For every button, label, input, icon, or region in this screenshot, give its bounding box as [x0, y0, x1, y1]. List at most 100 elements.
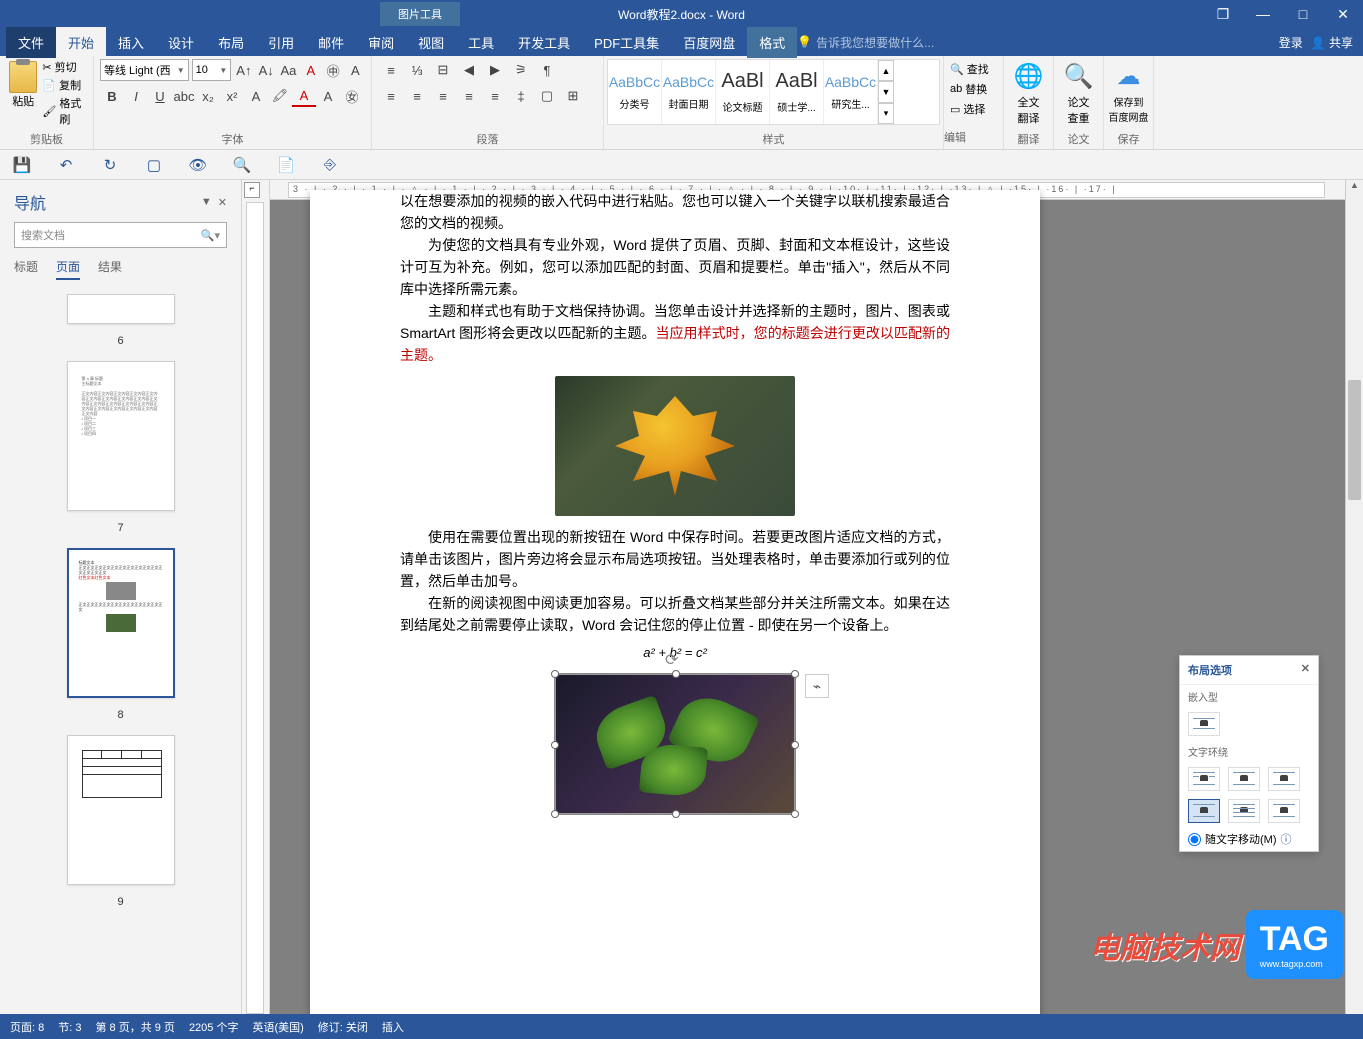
redo-button[interactable]: ↻ [100, 155, 120, 175]
window-restore-icon[interactable]: ❐ [1203, 0, 1243, 28]
align-left-button[interactable]: ≡ [378, 85, 404, 107]
char-border-button[interactable]: A [346, 59, 365, 81]
tab-pdf[interactable]: PDF工具集 [582, 27, 671, 58]
numbering-button[interactable]: ⅓ [404, 59, 430, 81]
wrap-topbottom[interactable] [1188, 799, 1220, 823]
decrease-indent-button[interactable]: ◀ [456, 59, 482, 81]
status-pages[interactable]: 第 8 页，共 9 页 [95, 1019, 174, 1035]
phonetic-button[interactable]: ㊥ [323, 59, 342, 81]
page-thumbnail-selected[interactable]: 标题文本正文正文正文正文正文正文正文正文正文正文正文正文正文正文红色文本红色文本… [67, 548, 175, 698]
text-effects-button[interactable]: A [244, 85, 268, 107]
format-painter-button[interactable]: 🖌格式刷 [42, 95, 87, 127]
qat-button[interactable]: ⎆ [320, 155, 340, 175]
change-case-button[interactable]: Aa [279, 59, 298, 81]
bullets-button[interactable]: ≡ [378, 59, 404, 81]
style-item[interactable]: AaBl硕士学... [770, 60, 824, 124]
wrap-front[interactable] [1268, 799, 1300, 823]
status-words[interactable]: 2205 个字 [189, 1019, 239, 1035]
wrap-square[interactable] [1188, 767, 1220, 791]
qat-button[interactable]: 👁 [188, 155, 208, 175]
nav-close-icon[interactable]: ✕ [218, 196, 227, 209]
italic-button[interactable]: I [124, 85, 148, 107]
image-leaf[interactable] [555, 376, 795, 516]
style-gallery-scroll[interactable]: ▲▼▾ [878, 60, 894, 124]
tab-insert[interactable]: 插入 [106, 27, 156, 58]
underline-button[interactable]: U [148, 85, 172, 107]
shrink-font-button[interactable]: A↓ [257, 59, 276, 81]
font-name-select[interactable]: 等线 Light (西▼ [100, 59, 189, 81]
window-close-icon[interactable]: ✕ [1323, 0, 1363, 28]
tab-layout[interactable]: 布局 [206, 27, 256, 58]
qat-button[interactable]: 🔍 [232, 155, 252, 175]
nav-search-input[interactable]: 搜索文档 🔍▾ [14, 222, 227, 248]
line-spacing-button[interactable]: ‡ [508, 85, 534, 107]
strike-button[interactable]: abc [172, 85, 196, 107]
status-language[interactable]: 英语(美国) [252, 1019, 303, 1035]
nav-tab-results[interactable]: 结果 [98, 258, 122, 280]
nav-tab-headings[interactable]: 标题 [14, 258, 38, 280]
tell-me-search[interactable]: 💡告诉我您想要做什么... [797, 34, 934, 51]
qat-button[interactable]: ▢ [144, 155, 164, 175]
distribute-button[interactable]: ≡ [482, 85, 508, 107]
tab-baidu[interactable]: 百度网盘 [671, 27, 747, 58]
style-item[interactable]: AaBl论文标题 [716, 60, 770, 124]
cut-button[interactable]: ✂剪切 [42, 59, 87, 75]
wrap-behind[interactable] [1228, 799, 1260, 823]
borders-button[interactable]: ⊞ [560, 85, 586, 107]
align-center-button[interactable]: ≡ [404, 85, 430, 107]
char-shading-button[interactable]: A [316, 85, 340, 107]
tab-view[interactable]: 视图 [406, 27, 456, 58]
font-size-select[interactable]: 10▼ [192, 59, 232, 81]
status-section[interactable]: 节: 3 [58, 1019, 81, 1035]
bold-button[interactable]: B [100, 85, 124, 107]
tab-references[interactable]: 引用 [256, 27, 306, 58]
style-item[interactable]: AaBbCc封面日期 [662, 60, 716, 124]
tab-tools[interactable]: 工具 [456, 27, 506, 58]
qat-button[interactable]: 📄 [276, 155, 296, 175]
login-button[interactable]: 登录 [1279, 34, 1303, 51]
move-with-text-radio[interactable]: 随文字移动(M) ⓘ [1180, 827, 1318, 851]
status-page[interactable]: 页面: 8 [10, 1019, 44, 1035]
multilevel-button[interactable]: ⊟ [430, 59, 456, 81]
style-item[interactable]: AaBbCc研究生... [824, 60, 878, 124]
tab-review[interactable]: 审阅 [356, 27, 406, 58]
sort-button[interactable]: ⚞ [508, 59, 534, 81]
page-thumbnail[interactable] [67, 735, 175, 885]
wrap-tight[interactable] [1228, 767, 1260, 791]
highlight-button[interactable]: 🖍 [268, 85, 292, 107]
grow-font-button[interactable]: A↑ [234, 59, 253, 81]
translate-icon[interactable]: 🌐 [1013, 60, 1045, 92]
page-thumbnail[interactable]: 第 n 章 标题主标题文本正文内容正文内容正文内容正文内容正文内容正文内容正文内… [67, 361, 175, 511]
popup-close-icon[interactable]: ✕ [1301, 662, 1310, 678]
wrap-inline[interactable] [1188, 712, 1220, 736]
increase-indent-button[interactable]: ▶ [482, 59, 508, 81]
save-button[interactable]: 💾 [12, 155, 32, 175]
rotate-handle-icon[interactable]: ⟳ [665, 650, 678, 672]
window-maximize-icon[interactable]: □ [1283, 0, 1323, 28]
layout-options-button[interactable]: ⌁ [805, 674, 829, 698]
tab-mailings[interactable]: 邮件 [306, 27, 356, 58]
show-marks-button[interactable]: ¶ [534, 59, 560, 81]
superscript-button[interactable]: x² [220, 85, 244, 107]
font-color-button[interactable]: A [292, 85, 316, 107]
align-right-button[interactable]: ≡ [430, 85, 456, 107]
tab-picture-format[interactable]: 格式 [747, 27, 797, 58]
paste-button[interactable]: 粘贴 [6, 59, 40, 127]
vertical-ruler[interactable]: ⌐ [242, 180, 270, 1014]
tab-developer[interactable]: 开发工具 [506, 27, 582, 58]
subscript-button[interactable]: x₂ [196, 85, 220, 107]
document-page[interactable]: 以在想要添加的视频的嵌入代码中进行粘贴。您也可以键入一个关键字以联机搜索最适合您… [310, 190, 1040, 1014]
tab-file[interactable]: 文件 [6, 27, 56, 58]
find-button[interactable]: 🔍查找 [950, 59, 997, 79]
tab-design[interactable]: 设计 [156, 27, 206, 58]
cloud-icon[interactable]: ☁ [1113, 60, 1145, 92]
nav-dropdown-icon[interactable]: ▼ [201, 196, 212, 209]
clear-format-button[interactable]: A [301, 59, 320, 81]
status-track[interactable]: 修订: 关闭 [318, 1019, 368, 1035]
replace-button[interactable]: ab替换 [950, 79, 997, 99]
wrap-through[interactable] [1268, 767, 1300, 791]
scroll-thumb[interactable] [1348, 380, 1361, 500]
image-plant-selected[interactable] [555, 674, 795, 814]
status-insert[interactable]: 插入 [382, 1019, 404, 1035]
nav-tab-pages[interactable]: 页面 [56, 258, 80, 280]
